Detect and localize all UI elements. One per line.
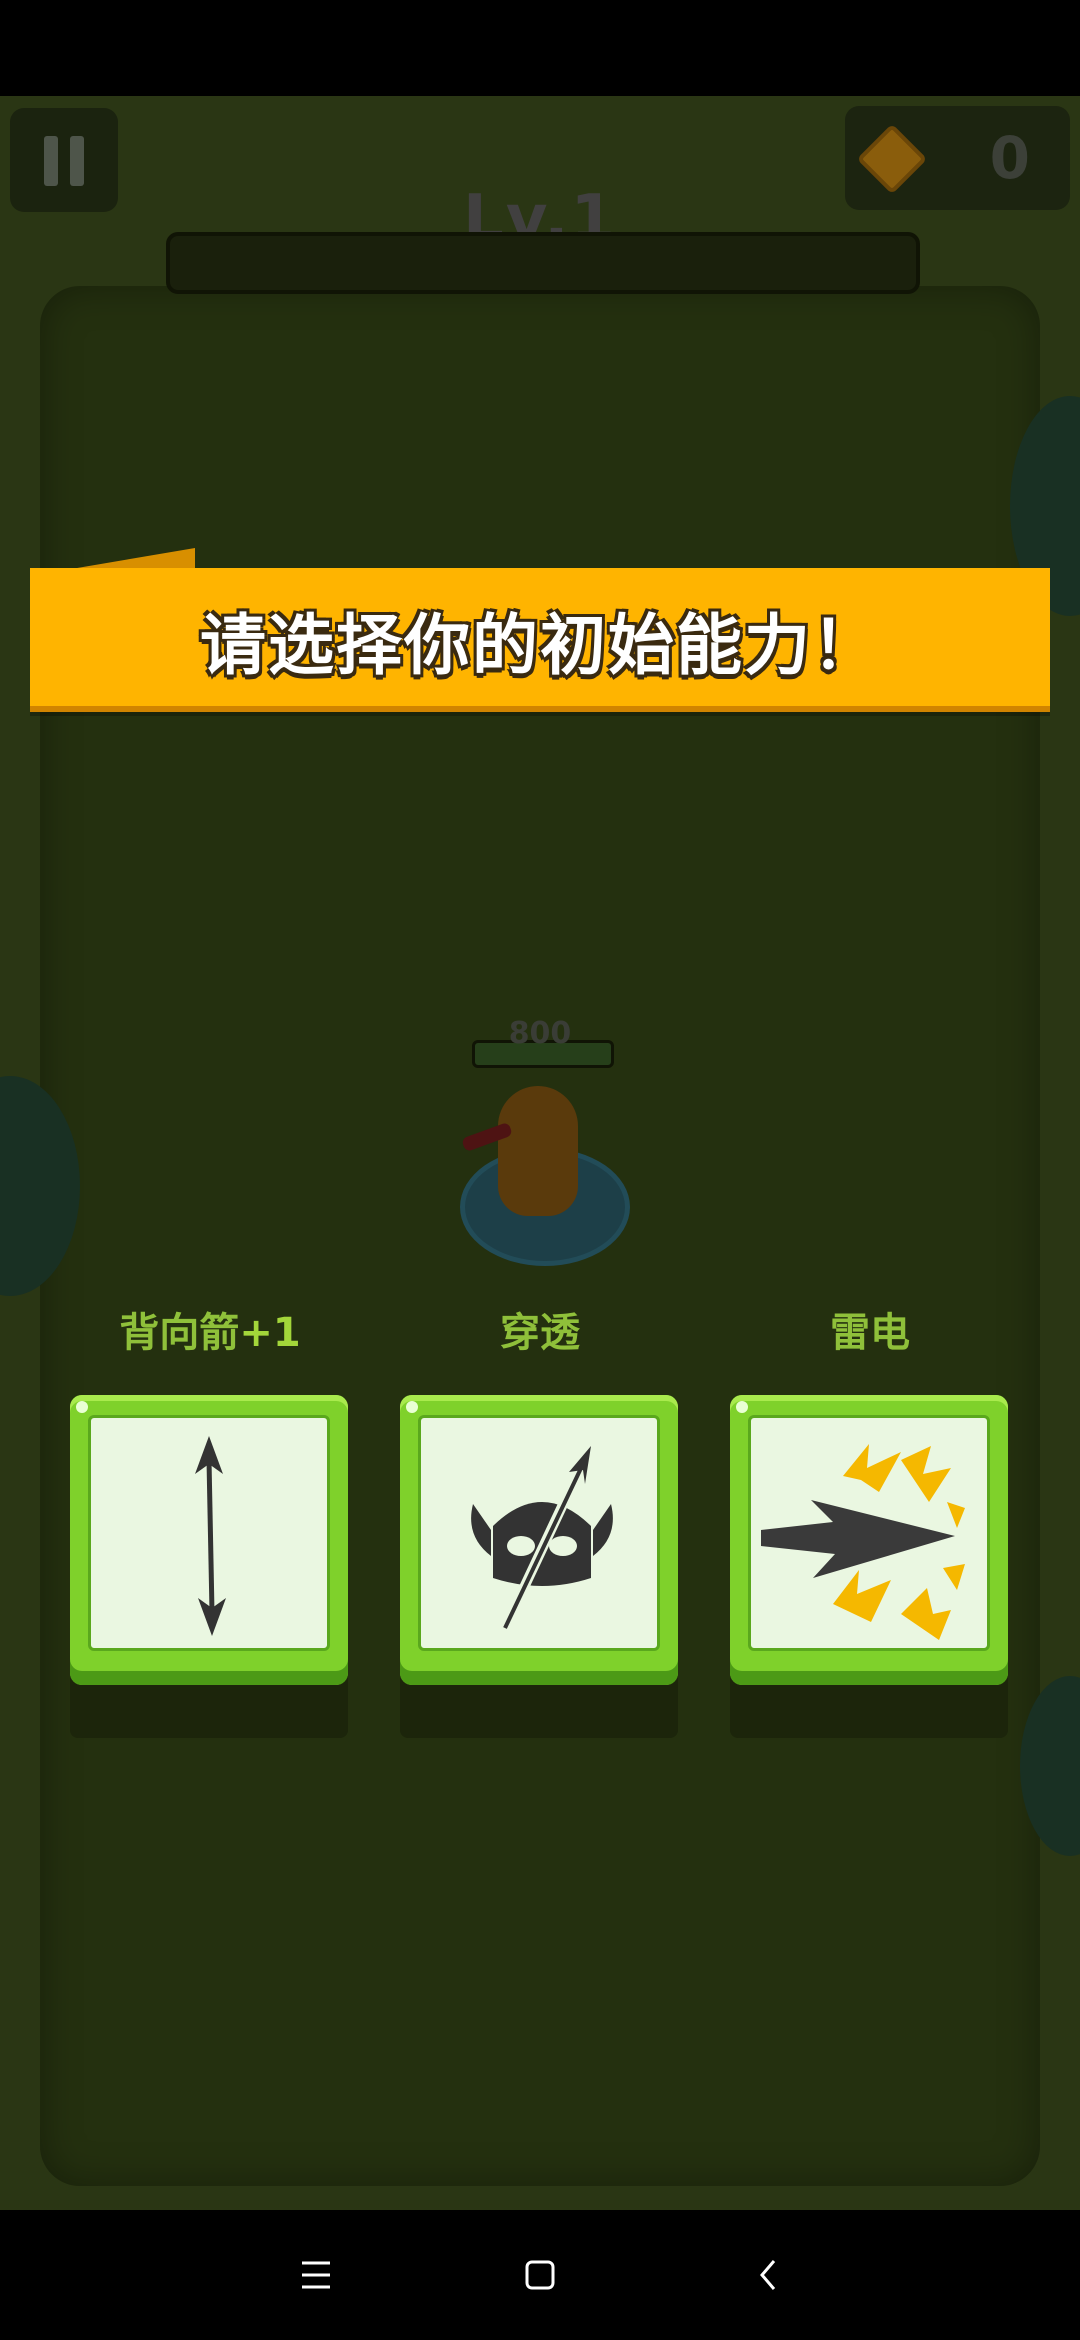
ability-name: 穿透 <box>500 1310 580 1356</box>
ability-card-pierce[interactable] <box>400 1395 678 1685</box>
ability-label-lightning: 雷电 <box>730 1300 1010 1358</box>
ability-label-pierce: 穿透 <box>400 1300 680 1358</box>
back-button[interactable] <box>728 2235 808 2315</box>
recents-button[interactable] <box>276 2235 356 2315</box>
system-nav-bar <box>0 2210 1080 2340</box>
back-chevron-icon <box>760 2260 776 2290</box>
lightning-arrow-icon <box>761 1444 965 1640</box>
ability-name: 背向箭 <box>119 1310 240 1356</box>
home-button[interactable] <box>500 2235 580 2315</box>
ability-card-back-arrow[interactable] <box>70 1395 348 1685</box>
ability-prompt-banner: 请选择你的初始能力！ <box>30 568 1050 712</box>
player-character <box>498 1086 578 1216</box>
banner-text: 请选择你的初始能力！ <box>200 607 880 684</box>
status-bar <box>0 0 1080 96</box>
ability-name: 雷电 <box>830 1310 910 1356</box>
ability-bonus: +1 <box>239 1310 301 1356</box>
pierce-helmet-icon <box>471 1446 613 1631</box>
experience-bar <box>166 232 920 294</box>
ability-label-back-arrow: 背向箭+1 <box>70 1300 350 1358</box>
menu-icon <box>302 2261 330 2289</box>
pause-icon <box>44 136 58 186</box>
square-icon <box>525 2260 555 2290</box>
ability-card-lightning[interactable] <box>730 1395 1008 1685</box>
player-hp-value: 800 <box>508 1016 572 1051</box>
double-arrow-icon <box>195 1436 226 1636</box>
